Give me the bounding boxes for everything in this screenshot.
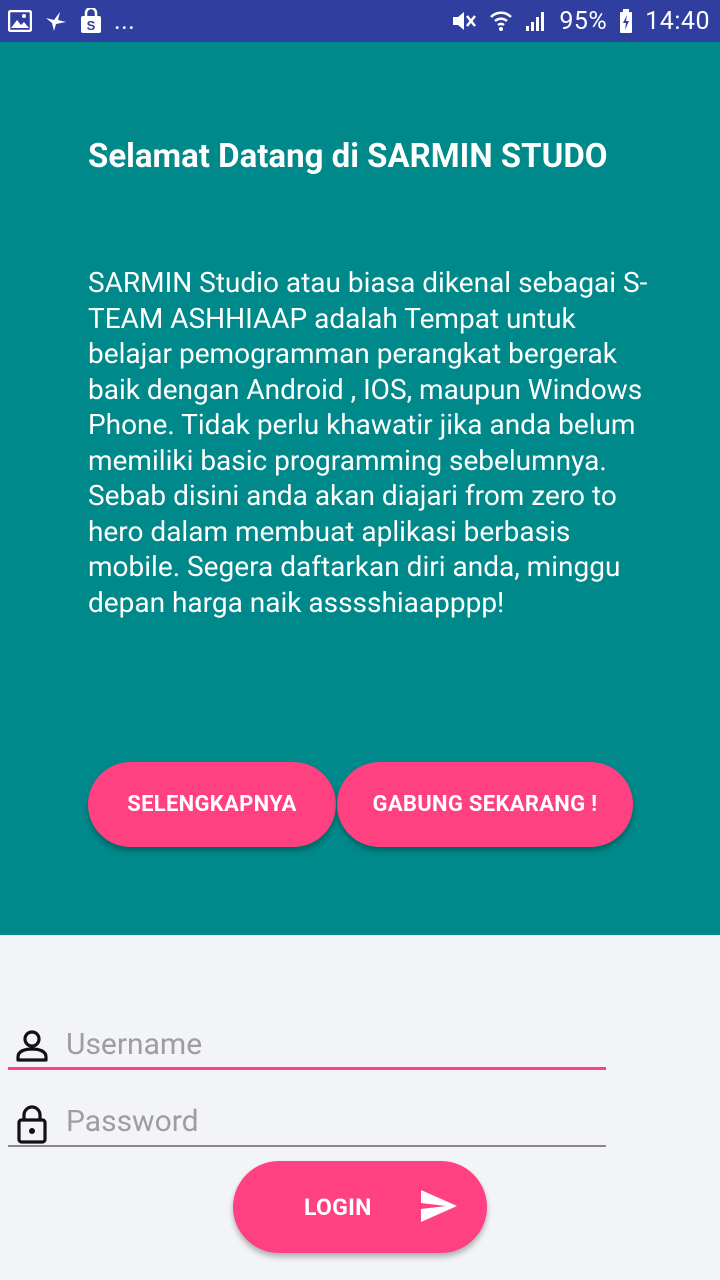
send-icon bbox=[420, 1189, 458, 1229]
signal-icon bbox=[525, 10, 547, 32]
image-icon bbox=[8, 10, 32, 32]
password-input[interactable] bbox=[66, 1099, 586, 1143]
read-more-button[interactable]: SELENGKAPNYA bbox=[88, 762, 336, 847]
battery-charging-icon bbox=[619, 9, 633, 33]
status-bar-notifications: S ... bbox=[8, 7, 135, 36]
status-time: 14:40 bbox=[645, 6, 710, 36]
username-underline bbox=[8, 1067, 606, 1070]
wifi-icon bbox=[489, 9, 513, 33]
username-input[interactable] bbox=[66, 1022, 586, 1066]
login-button-label: LOGIN bbox=[304, 1194, 372, 1221]
welcome-description: SARMIN Studio atau biasa dikenal sebagai… bbox=[88, 266, 648, 619]
bird-icon bbox=[44, 10, 68, 32]
notification-overflow: ... bbox=[114, 6, 136, 36]
welcome-title: Selamat Datang di SARMIN STUDO bbox=[88, 137, 608, 176]
password-field bbox=[8, 1097, 606, 1147]
login-button[interactable]: LOGIN bbox=[233, 1161, 487, 1253]
lock-icon bbox=[12, 1103, 52, 1144]
password-underline bbox=[8, 1145, 606, 1147]
battery-percentage: 95% bbox=[559, 6, 608, 36]
join-now-button[interactable]: GABUNG SEKARANG ! bbox=[337, 762, 633, 847]
welcome-banner: Selamat Datang di SARMIN STUDO SARMIN St… bbox=[0, 42, 720, 935]
mute-icon bbox=[451, 9, 477, 33]
username-field bbox=[8, 1020, 606, 1070]
person-icon bbox=[12, 1026, 52, 1066]
svg-text:S: S bbox=[87, 18, 96, 33]
shopping-bag-icon: S bbox=[80, 8, 102, 34]
status-bar: S ... 95% 14:40 bbox=[0, 0, 720, 42]
status-bar-system: 95% 14:40 bbox=[451, 7, 710, 36]
